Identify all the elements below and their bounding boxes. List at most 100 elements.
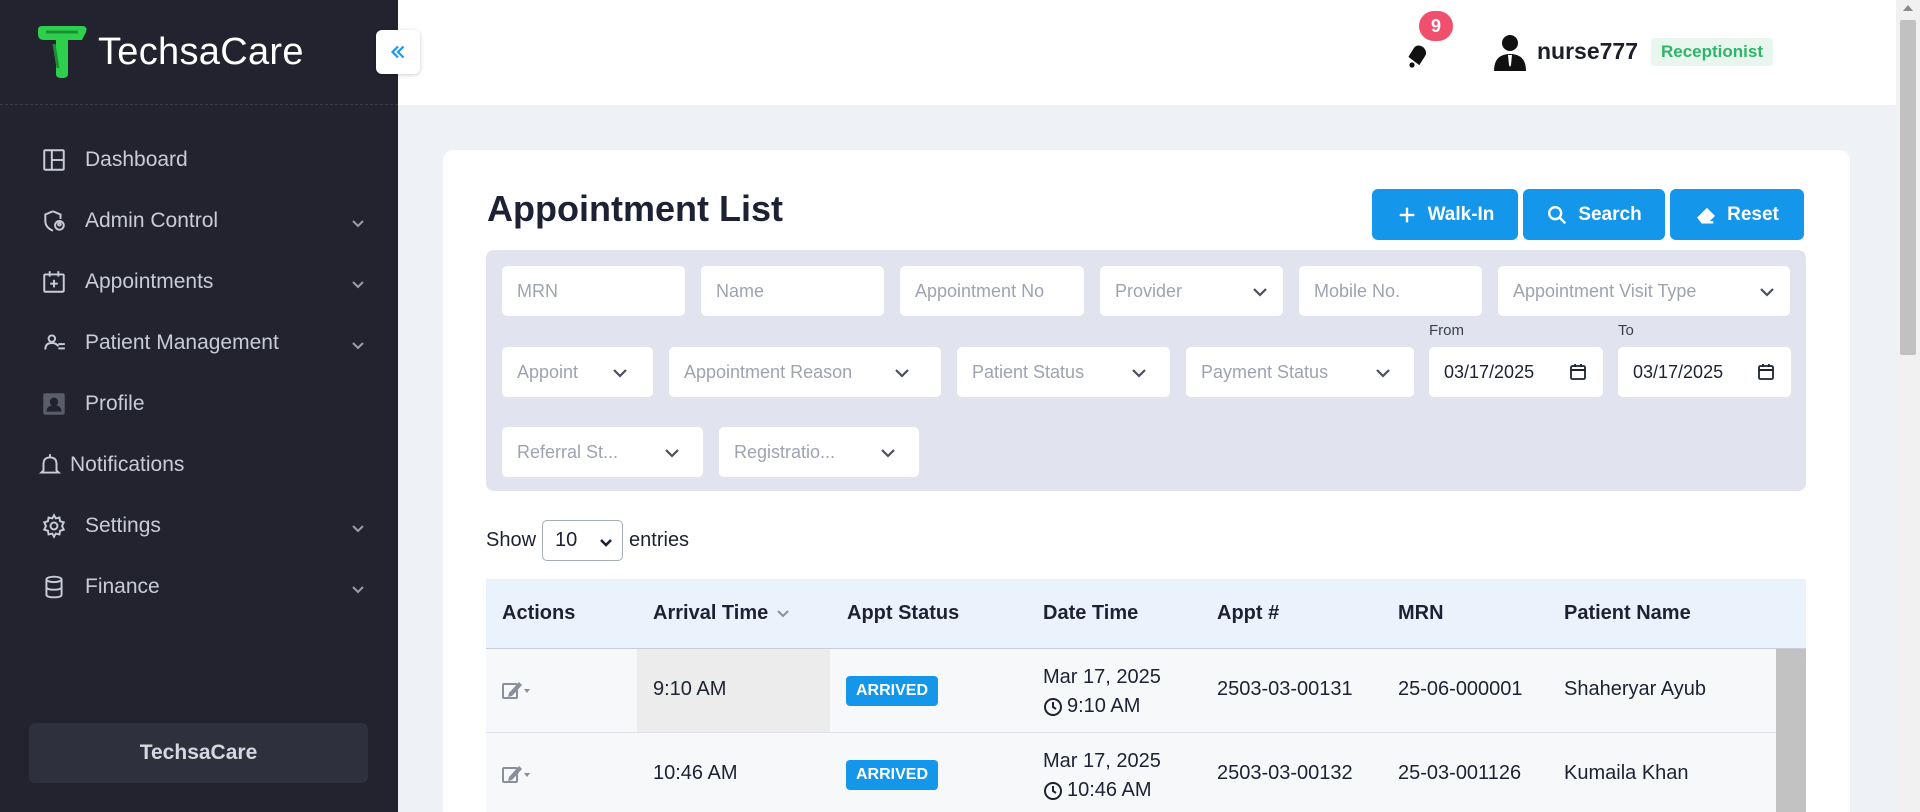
chevron-down-icon [350, 213, 366, 229]
column-date-time[interactable]: Date Time [1043, 602, 1138, 625]
chevron-down-icon [350, 579, 366, 595]
column-appt-number[interactable]: Appt # [1217, 602, 1279, 625]
visit-type-placeholder: Appointment Visit Type [1513, 280, 1697, 301]
chevron-down-icon [598, 534, 614, 550]
sidebar-item-appointments[interactable]: Appointments [0, 251, 398, 312]
sidebar-item-settings[interactable]: Settings [0, 495, 398, 556]
mrn-input[interactable]: MRN [502, 266, 685, 316]
patient-name[interactable]: Kumaila Khan [1564, 762, 1689, 785]
sidebar-nav: Dashboard Admin Control Appointments Pat… [0, 105, 398, 617]
bell-icon [1408, 45, 1427, 68]
sidebar-item-label: Admin Control [85, 208, 219, 232]
name-input[interactable]: Name [701, 266, 884, 316]
scrollbar-thumb[interactable] [1900, 20, 1916, 355]
appt-number: 2503-03-00131 [1217, 678, 1353, 700]
username[interactable]: nurse777 [1537, 38, 1638, 65]
eraser-icon [1697, 207, 1716, 224]
chevron-down-icon [879, 444, 897, 462]
referral-status-select[interactable]: Referral St... [502, 427, 703, 477]
user-avatar-icon[interactable] [1492, 33, 1528, 71]
sidebar-item-dashboard[interactable]: Dashboard [0, 129, 398, 190]
notification-bell-button[interactable] [1402, 38, 1434, 72]
chevron-down-icon [1758, 283, 1776, 301]
search-button[interactable]: Search [1523, 189, 1665, 240]
from-date-input[interactable]: 03/17/2025 [1429, 347, 1603, 397]
brand-name: TechsaCare [98, 30, 304, 73]
search-label: Search [1578, 203, 1642, 225]
provider-placeholder: Provider [1115, 280, 1183, 301]
table-row: 10:46 AM ARRIVED Mar 17, 2025 10:46 AM 2… [486, 733, 1806, 812]
calendar-icon[interactable] [1569, 363, 1587, 381]
appointment-no-input[interactable]: Appointment No [900, 266, 1084, 316]
entries-label: entries [629, 529, 690, 551]
sidebar-item-label: Profile [85, 391, 145, 415]
collapse-sidebar-button[interactable] [376, 30, 420, 74]
visit-type-select[interactable]: Appointment Visit Type [1498, 266, 1790, 316]
to-date-value: 03/17/2025 [1633, 361, 1724, 382]
edit-icon[interactable] [501, 763, 531, 785]
appointments-icon [40, 268, 68, 296]
chevron-down-icon [611, 364, 629, 382]
appt-date: Mar 17, 2025 [1043, 750, 1161, 772]
column-arrival-time[interactable]: Arrival Time [653, 602, 790, 625]
entries-select[interactable]: 10 [542, 520, 624, 561]
reset-button[interactable]: Reset [1670, 189, 1804, 240]
scroll-up-arrow-icon[interactable] [1903, 5, 1913, 11]
chevron-down-icon [1130, 364, 1148, 382]
sidebar-item-label: Dashboard [85, 147, 188, 171]
calendar-icon[interactable] [1757, 363, 1775, 381]
chevron-down-icon [1251, 283, 1269, 301]
walk-in-label: Walk-In [1427, 203, 1495, 225]
to-date-input[interactable]: 03/17/2025 [1618, 347, 1791, 397]
sidebar-footer: TechsaCare [29, 723, 368, 783]
sidebar-item-admin-control[interactable]: Admin Control [0, 190, 398, 251]
brand[interactable]: TechsaCare [0, 0, 398, 105]
reset-label: Reset [1727, 203, 1779, 225]
filter-panel: MRN Name Appointment No Provider Mobile … [486, 250, 1806, 491]
status-badge: ARRIVED [846, 760, 939, 790]
column-appt-status[interactable]: Appt Status [847, 602, 959, 625]
page-scrollbar[interactable] [1896, 0, 1920, 812]
appointment-table: Actions Arrival Time Appt Status Date Ti… [486, 579, 1806, 812]
column-arrival-time-label: Arrival Time [653, 602, 769, 624]
referral-placeholder: Referral St... [517, 441, 619, 462]
payment-status-select[interactable]: Payment Status [1186, 347, 1414, 397]
sidebar-item-label: Patient Management [85, 330, 279, 354]
provider-select[interactable]: Provider [1100, 266, 1283, 316]
sidebar-item-patient-management[interactable]: Patient Management [0, 312, 398, 373]
chevron-down-icon [893, 364, 911, 382]
patient-status-select[interactable]: Patient Status [957, 347, 1170, 397]
appt-time: 10:46 AM [1067, 779, 1152, 801]
column-mrn[interactable]: MRN [1398, 602, 1444, 625]
chevron-down-icon [350, 518, 366, 534]
registration-select[interactable]: Registratio... [719, 427, 919, 477]
to-date-label: To [1618, 322, 1634, 339]
patient-name[interactable]: Shaheryar Ayub [1564, 678, 1706, 701]
column-patient-name[interactable]: Patient Name [1564, 602, 1691, 625]
gear-icon [40, 512, 68, 540]
sidebar-item-notifications[interactable]: Notifications [0, 434, 398, 495]
appt-number: 2503-03-00132 [1217, 762, 1353, 784]
sidebar-item-profile[interactable]: Profile [0, 373, 398, 434]
patient-icon [40, 329, 68, 357]
date-time-cell: Mar 17, 2025 10:46 AM [1043, 747, 1161, 805]
from-date-value: 03/17/2025 [1444, 361, 1535, 382]
appointment-reason-select[interactable]: Appointment Reason [669, 347, 941, 397]
appoint-select[interactable]: Appoint [502, 347, 653, 397]
show-label: Show [486, 529, 537, 551]
profile-icon [40, 390, 68, 418]
chevron-down-icon [1374, 364, 1392, 382]
appt-time-line: 9:10 AM [1043, 692, 1161, 721]
status-badge: ARRIVED [846, 676, 939, 706]
role-badge: Receptionist [1651, 38, 1774, 66]
clock-icon [1044, 781, 1062, 800]
techsacare-logo-icon [38, 26, 87, 78]
search-icon [1548, 205, 1567, 224]
chevron-down-icon [350, 335, 366, 351]
edit-icon[interactable] [501, 679, 531, 701]
mobile-input[interactable]: Mobile No. [1299, 266, 1482, 316]
row-side-strip [1776, 733, 1806, 812]
sidebar-item-finance[interactable]: Finance [0, 556, 398, 617]
walk-in-button[interactable]: Walk-In [1372, 189, 1518, 240]
clock-icon [1044, 697, 1062, 716]
